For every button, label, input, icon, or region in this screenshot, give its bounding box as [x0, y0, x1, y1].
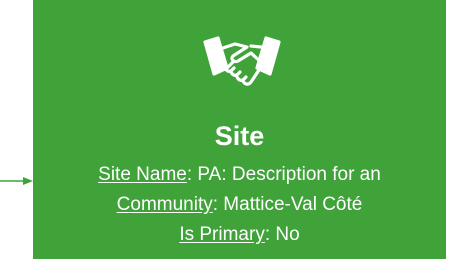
- community-separator: :: [212, 194, 224, 215]
- site-name-field: Site Name: PA: Description for an: [33, 163, 446, 187]
- is-primary-separator: :: [264, 224, 276, 245]
- community-label[interactable]: Community: [117, 194, 213, 215]
- is-primary-value: No: [275, 224, 300, 245]
- card-title: Site: [214, 121, 265, 151]
- site-name-separator: :: [186, 164, 198, 185]
- diagram-canvas: Site Site Name: PA: Description for an C…: [0, 0, 461, 259]
- site-name-label[interactable]: Site Name: [98, 164, 187, 185]
- handshake-icon: [203, 34, 281, 92]
- site-entity-card[interactable]: Site Site Name: PA: Description for an C…: [33, 0, 446, 259]
- is-primary-field: Is Primary: No: [33, 223, 446, 247]
- community-value: Mattice-Val Côté: [223, 194, 363, 215]
- incoming-connector-arrow: [0, 177, 33, 185]
- is-primary-label[interactable]: Is Primary: [179, 224, 265, 245]
- community-field: Community: Mattice-Val Côté: [33, 193, 446, 217]
- site-name-value: PA: Description for an: [197, 164, 381, 185]
